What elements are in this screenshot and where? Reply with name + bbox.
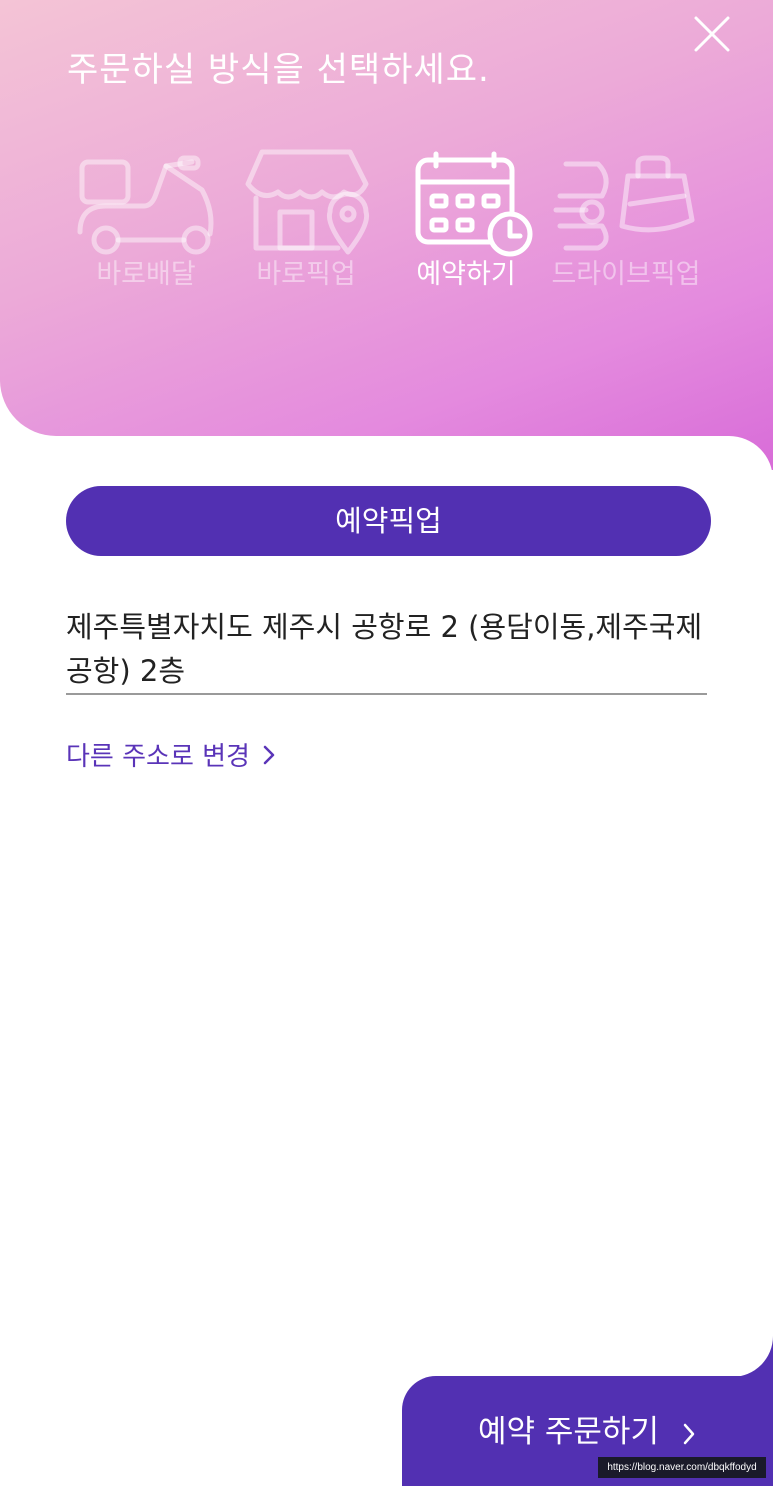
order-type-selector: 바로배달 바로픽업 예약하기 드라이브픽업 [0, 140, 773, 300]
order-type-label: 바로배달 [96, 259, 196, 290]
pickup-mode-button[interactable]: 예약픽업 [66, 486, 711, 556]
watermark: https://blog.naver.com/dbqkffodyd [598, 1457, 766, 1478]
content-sheet [0, 436, 773, 1486]
close-button[interactable] [692, 14, 732, 54]
store-pin-icon [245, 149, 370, 255]
close-icon [694, 16, 730, 52]
car-bag-icon [553, 155, 695, 251]
change-address-link[interactable]: 다른 주소로 변경 [66, 736, 276, 772]
order-type-label: 예약하기 [416, 259, 516, 290]
address-divider [66, 693, 707, 695]
order-type-label: 드라이브픽업 [551, 259, 701, 290]
order-type-reservation[interactable]: 예약하기 [386, 140, 546, 300]
order-type-label: 바로픽업 [256, 259, 356, 290]
change-address-label: 다른 주소로 변경 [66, 742, 250, 772]
chevron-right-icon [682, 1422, 696, 1450]
calendar-clock-icon [415, 151, 533, 257]
order-type-drive-pickup[interactable]: 드라이브픽업 [546, 140, 706, 300]
scooter-icon [77, 155, 214, 255]
order-type-pickup[interactable]: 바로픽업 [226, 140, 386, 300]
order-type-delivery[interactable]: 바로배달 [66, 140, 226, 300]
chevron-right-icon [262, 743, 276, 773]
reserve-order-label: 예약 주문하기 [478, 1414, 659, 1450]
pickup-address: 제주특별자치도 제주시 공항로 2 (용담이동,제주국제공항) 2층 [66, 610, 703, 688]
page-title: 주문하실 방식을 선택하세요. [67, 50, 490, 90]
